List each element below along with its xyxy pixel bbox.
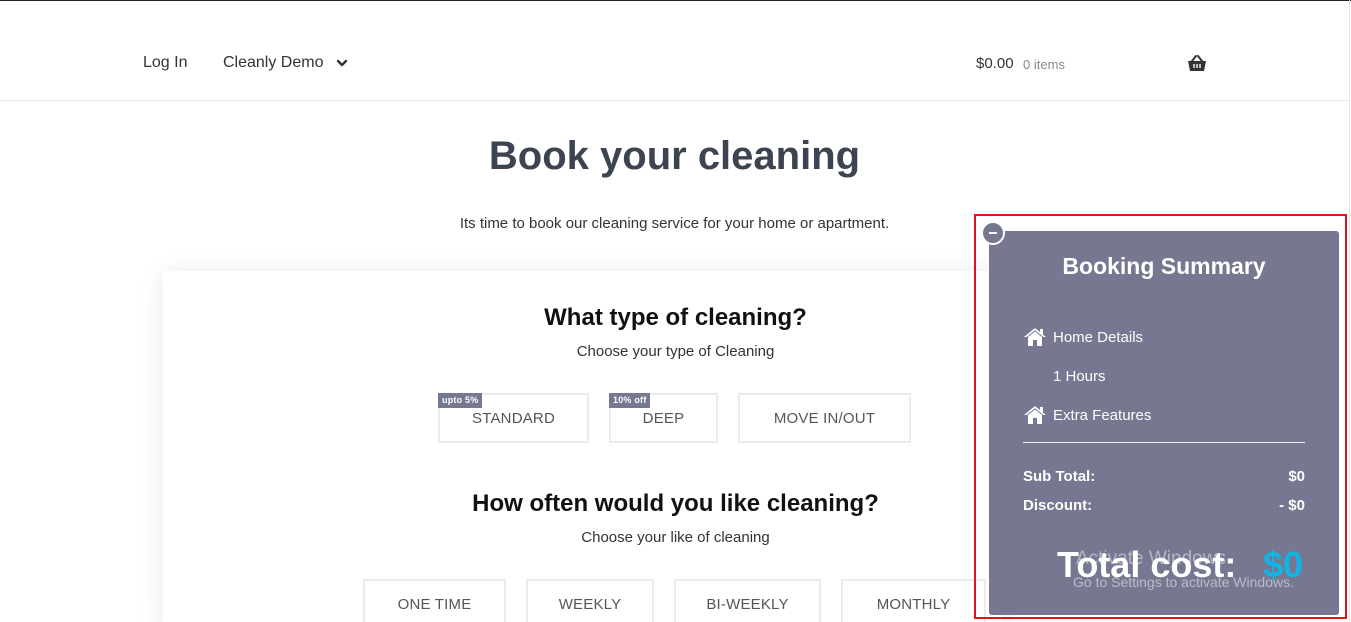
cart-amount[interactable]: $0.00 (976, 55, 1014, 72)
frequency-one-time[interactable]: ONE TIME (363, 579, 506, 622)
frequency-monthly[interactable]: MONTHLY (841, 579, 986, 622)
option-label: DEEP (642, 409, 685, 427)
frequency-weekly[interactable]: WEEKLY (526, 579, 654, 622)
summary-divider (1023, 442, 1305, 443)
discount-label: Discount: (1023, 497, 1093, 514)
cart-item-count[interactable]: 0 items (1023, 57, 1065, 72)
discount-value: - $0 (1279, 497, 1305, 514)
login-link[interactable]: Log In (143, 54, 187, 72)
site-header: Log In Cleanly Demo $0.00 0 items (0, 1, 1349, 101)
minus-icon[interactable] (981, 221, 1005, 245)
site-menu-link[interactable]: Cleanly Demo (223, 54, 323, 72)
extra-features-label: Extra Features (1053, 407, 1152, 424)
option-label: MONTHLY (876, 595, 951, 613)
home-icon (1024, 406, 1046, 424)
hours-value: 1 Hours (1053, 368, 1106, 385)
option-label: MOVE IN/OUT (773, 409, 876, 427)
page-title: Book your cleaning (488, 134, 861, 178)
cleaning-type-standard[interactable]: upto 5% STANDARD (438, 393, 589, 443)
option-label: BI-WEEKLY (706, 595, 789, 613)
subtotal-value: $0 (1288, 468, 1305, 485)
total-cost-value: $0 (1263, 544, 1304, 585)
cleaning-type-move-in-out[interactable]: MOVE IN/OUT (738, 393, 911, 443)
summary-title: Booking Summary (1062, 253, 1266, 279)
home-details-label: Home Details (1053, 329, 1144, 346)
discount-badge: 10% off (609, 393, 651, 408)
option-label: STANDARD (472, 409, 555, 427)
frequency-bi-weekly[interactable]: BI-WEEKLY (674, 579, 821, 622)
basket-icon[interactable] (1187, 55, 1207, 73)
option-label: ONE TIME (397, 595, 472, 613)
cleaning-type-deep[interactable]: 10% off DEEP (609, 393, 718, 443)
home-icon (1024, 328, 1046, 346)
total-cost-label: Total cost: (1057, 544, 1237, 585)
chevron-down-icon[interactable] (336, 57, 348, 69)
discount-badge: upto 5% (438, 393, 483, 408)
option-label: WEEKLY (558, 595, 622, 613)
subtotal-label: Sub Total: (1023, 468, 1096, 485)
